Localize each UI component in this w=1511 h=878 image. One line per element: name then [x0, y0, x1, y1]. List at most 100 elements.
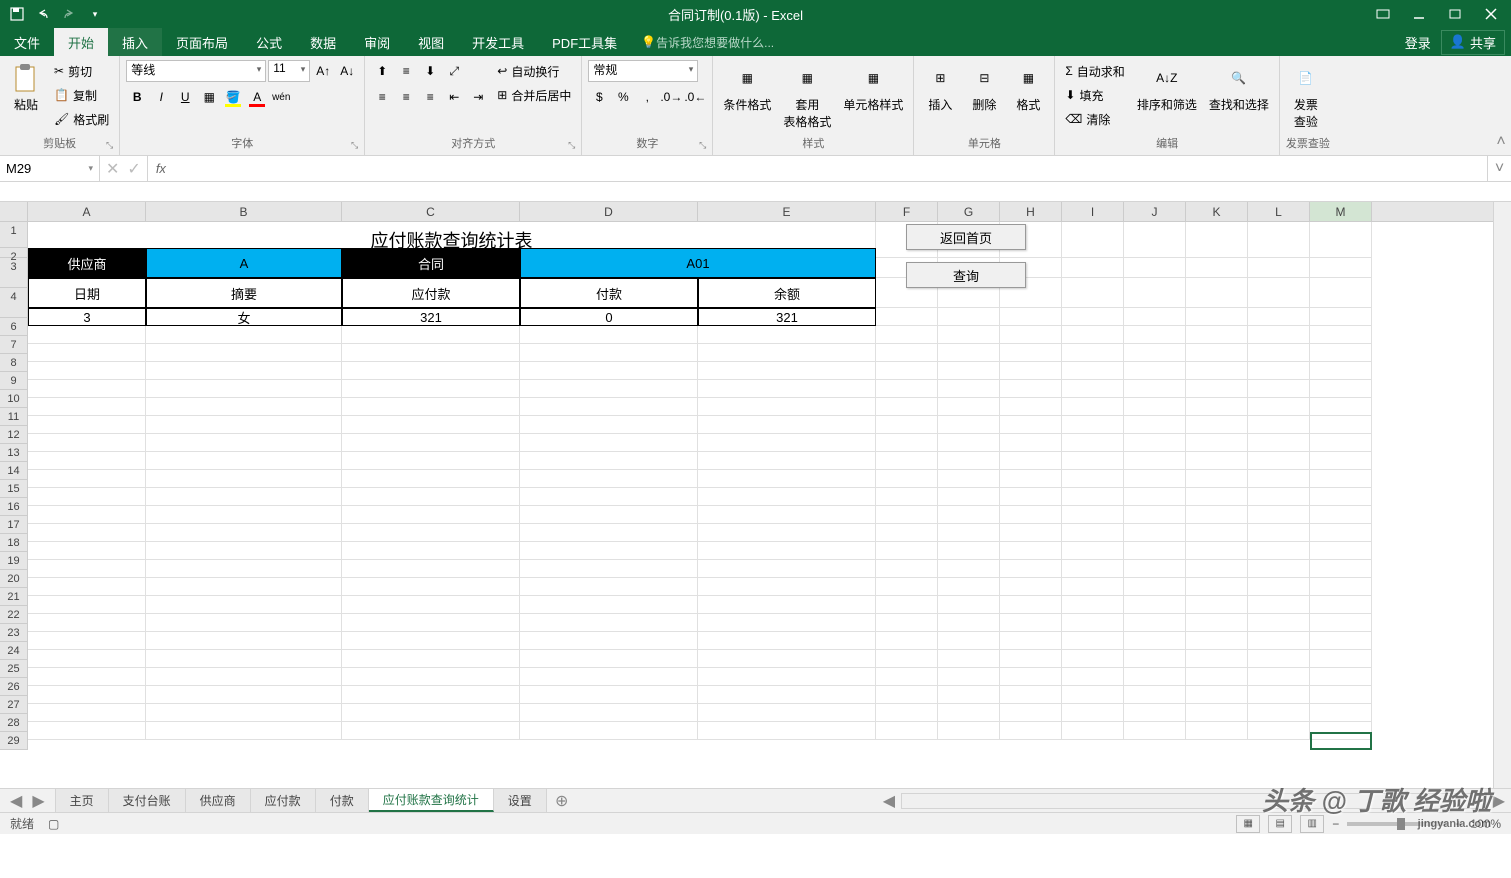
- launcher-icon[interactable]: ⤡: [106, 140, 113, 151]
- cell[interactable]: [520, 650, 698, 668]
- cell[interactable]: [1310, 524, 1372, 542]
- row-header-14[interactable]: 14: [0, 462, 27, 480]
- cell[interactable]: [1248, 524, 1310, 542]
- cell[interactable]: [1000, 452, 1062, 470]
- cell[interactable]: [1124, 470, 1186, 488]
- cell[interactable]: [342, 704, 520, 722]
- number-format-select[interactable]: 常规: [588, 60, 698, 82]
- cell[interactable]: [1186, 686, 1248, 704]
- cell[interactable]: [520, 488, 698, 506]
- cell[interactable]: [876, 650, 938, 668]
- cell[interactable]: [1000, 632, 1062, 650]
- cell[interactable]: [876, 722, 938, 740]
- cell[interactable]: [698, 380, 876, 398]
- cell[interactable]: [698, 326, 876, 344]
- cell[interactable]: [938, 524, 1000, 542]
- zoom-in-icon[interactable]: +: [1455, 817, 1462, 831]
- font-name-select[interactable]: 等线: [126, 60, 266, 82]
- cell[interactable]: [146, 488, 342, 506]
- cell[interactable]: [1000, 560, 1062, 578]
- name-box[interactable]: M29: [0, 156, 100, 181]
- cell[interactable]: [1310, 326, 1372, 344]
- cell[interactable]: [1062, 308, 1124, 326]
- cell[interactable]: [698, 506, 876, 524]
- sheet-tab[interactable]: 应付款: [251, 789, 316, 812]
- comma-icon[interactable]: ,: [636, 86, 658, 108]
- cell[interactable]: [1186, 362, 1248, 380]
- cell[interactable]: [28, 686, 146, 704]
- page-break-view-icon[interactable]: ▥: [1300, 815, 1324, 833]
- format-table-button[interactable]: ▦套用 表格格式: [779, 60, 835, 132]
- row-header-9[interactable]: 9: [0, 372, 27, 390]
- cell[interactable]: [146, 416, 342, 434]
- cell[interactable]: [938, 434, 1000, 452]
- launcher-icon[interactable]: ⤡: [699, 140, 706, 151]
- orientation-icon[interactable]: ⤢: [443, 60, 465, 82]
- cell[interactable]: [876, 632, 938, 650]
- cell[interactable]: [1000, 380, 1062, 398]
- tab-view[interactable]: 视图: [404, 28, 458, 56]
- table-cell[interactable]: 321: [698, 308, 876, 326]
- cell[interactable]: [520, 542, 698, 560]
- increase-indent-icon[interactable]: ⇥: [467, 86, 489, 108]
- cell[interactable]: [1000, 596, 1062, 614]
- cell[interactable]: [938, 308, 1000, 326]
- cell[interactable]: [1062, 380, 1124, 398]
- cell[interactable]: [520, 722, 698, 740]
- cell[interactable]: [146, 632, 342, 650]
- cell[interactable]: [876, 308, 938, 326]
- cell[interactable]: [938, 686, 1000, 704]
- cell[interactable]: [938, 416, 1000, 434]
- cell[interactable]: [1000, 470, 1062, 488]
- cell[interactable]: [1062, 722, 1124, 740]
- col-header-I[interactable]: I: [1062, 202, 1124, 221]
- tab-home[interactable]: 开始: [54, 28, 108, 56]
- zoom-level[interactable]: 100%: [1470, 817, 1501, 831]
- save-icon[interactable]: [8, 5, 26, 23]
- row-header-17[interactable]: 17: [0, 516, 27, 534]
- cell[interactable]: [342, 560, 520, 578]
- redo-icon[interactable]: [60, 5, 78, 23]
- cell[interactable]: [1248, 578, 1310, 596]
- cell[interactable]: [28, 632, 146, 650]
- cell[interactable]: [146, 578, 342, 596]
- cell[interactable]: [1310, 722, 1372, 740]
- cell[interactable]: [1248, 248, 1310, 278]
- cell[interactable]: [1248, 668, 1310, 686]
- expand-formula-icon[interactable]: ˅: [1487, 156, 1511, 181]
- row-header-15[interactable]: 15: [0, 480, 27, 498]
- cell[interactable]: [876, 452, 938, 470]
- decrease-decimal-icon[interactable]: .0←: [684, 86, 706, 108]
- cell[interactable]: [938, 470, 1000, 488]
- cell[interactable]: [1248, 470, 1310, 488]
- cell[interactable]: [876, 434, 938, 452]
- cell[interactable]: [1186, 650, 1248, 668]
- cell[interactable]: [1062, 704, 1124, 722]
- cell[interactable]: [1124, 560, 1186, 578]
- cell[interactable]: [876, 488, 938, 506]
- cell[interactable]: [1248, 416, 1310, 434]
- cell[interactable]: [28, 326, 146, 344]
- query-button[interactable]: 查询: [906, 262, 1026, 288]
- col-header-E[interactable]: E: [698, 202, 876, 221]
- cell[interactable]: [1000, 434, 1062, 452]
- row-header-12[interactable]: 12: [0, 426, 27, 444]
- cell[interactable]: [1124, 326, 1186, 344]
- cell[interactable]: [698, 668, 876, 686]
- cell[interactable]: [1124, 344, 1186, 362]
- cell[interactable]: [520, 470, 698, 488]
- cell[interactable]: [698, 524, 876, 542]
- cell[interactable]: [938, 650, 1000, 668]
- cell[interactable]: [146, 704, 342, 722]
- launcher-icon[interactable]: ⤡: [568, 140, 575, 151]
- cell[interactable]: [938, 362, 1000, 380]
- cell[interactable]: [1310, 452, 1372, 470]
- cell[interactable]: [1248, 686, 1310, 704]
- cell[interactable]: [28, 596, 146, 614]
- cell[interactable]: [1000, 614, 1062, 632]
- cell[interactable]: [28, 524, 146, 542]
- cell[interactable]: [1124, 650, 1186, 668]
- cell[interactable]: [698, 416, 876, 434]
- cell-styles-button[interactable]: ▦单元格样式: [839, 60, 907, 115]
- bold-button[interactable]: B: [126, 86, 148, 108]
